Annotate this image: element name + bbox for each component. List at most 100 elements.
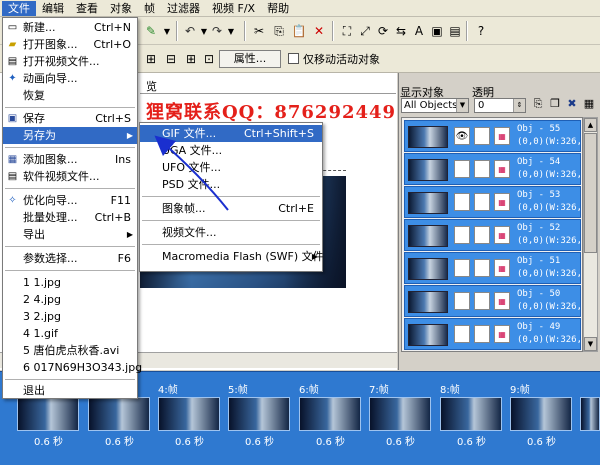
menu-item-open-image[interactable]: ▰ 打开图象... Ctrl+O: [3, 36, 137, 53]
scroll-down-icon[interactable]: ▼: [584, 337, 597, 351]
menu-item-preferences[interactable]: 参数选择... F6: [3, 250, 137, 267]
rotate-icon[interactable]: ⟳: [374, 22, 392, 40]
menu-video-fx[interactable]: 视频 F/X: [206, 1, 261, 16]
lock-toggle[interactable]: [474, 160, 490, 178]
move-active-checkbox[interactable]: [288, 53, 299, 64]
scroll-thumb[interactable]: [584, 133, 597, 253]
recent-file-2[interactable]: 2 4.jpg: [3, 291, 137, 308]
color-icon[interactable]: ▦: [494, 127, 510, 145]
transparency-spinner[interactable]: 0 ⇕: [474, 98, 526, 113]
frame-item[interactable]: 6:帧 0.6 秒: [296, 372, 365, 465]
lock-toggle[interactable]: [474, 127, 490, 145]
object-row[interactable]: ▦ Obj - 50 (0,0)(W:326,H:: [404, 285, 581, 317]
resize-icon[interactable]: ⤢: [356, 22, 374, 40]
menu-frame[interactable]: 帧: [138, 1, 161, 16]
menu-edit[interactable]: 编辑: [36, 1, 70, 16]
scroll-up-icon[interactable]: ▲: [584, 118, 597, 132]
lock-toggle[interactable]: [474, 226, 490, 244]
recent-file-5[interactable]: 5 唐伯虎点秋香.avi: [3, 342, 137, 359]
visibility-toggle[interactable]: [454, 292, 470, 310]
menu-item-export[interactable]: 导出 ▶: [3, 226, 137, 243]
menu-item-new[interactable]: ▭ 新建... Ctrl+N: [3, 19, 137, 36]
dropdown-arrow-icon[interactable]: ▼: [158, 22, 176, 40]
frame-item[interactable]: 4:帧 0.6 秒: [155, 372, 224, 465]
flip-icon[interactable]: ⇆: [392, 22, 410, 40]
crop-icon[interactable]: ⛶: [338, 22, 356, 40]
menu-item-video-file[interactable]: ▤ 软件视频文件...: [3, 168, 137, 185]
menu-item-batch[interactable]: 批量处理... Ctrl+B: [3, 209, 137, 226]
spinner-arrows-icon[interactable]: ⇕: [513, 99, 525, 112]
recent-file-1[interactable]: 1 1.jpg: [3, 274, 137, 291]
object-row[interactable]: ▦ Obj - 51 (0,0)(W:326,H:: [404, 252, 581, 284]
cut-icon[interactable]: ✂: [250, 22, 268, 40]
recent-file-4[interactable]: 4 1.gif: [3, 325, 137, 342]
color-icon[interactable]: ▦: [494, 292, 510, 310]
color-icon[interactable]: ▦: [494, 259, 510, 277]
visibility-toggle[interactable]: [454, 259, 470, 277]
eye-icon[interactable]: 👁: [454, 127, 470, 145]
image-icon[interactable]: ▣: [428, 22, 446, 40]
visibility-toggle[interactable]: [454, 160, 470, 178]
duplicate-object-icon[interactable]: ❐: [548, 97, 562, 111]
recent-file-3[interactable]: 3 2.jpg: [3, 308, 137, 325]
lock-toggle[interactable]: [474, 193, 490, 211]
submenu-item-psd[interactable]: PSD 文件...: [140, 176, 322, 193]
object-properties-icon[interactable]: ▦: [582, 97, 596, 111]
paste-icon[interactable]: 📋: [290, 22, 308, 40]
submenu-item-gif[interactable]: GIF 文件... Ctrl+Shift+S: [140, 125, 322, 142]
menu-filter[interactable]: 过滤器: [161, 1, 206, 16]
submenu-item-video[interactable]: 视频文件...: [140, 224, 322, 241]
align-top-icon[interactable]: ⊡: [200, 50, 218, 68]
delete-icon[interactable]: ✕: [310, 22, 328, 40]
submenu-item-uga[interactable]: UGA 文件...: [140, 142, 322, 159]
menu-item-wizard[interactable]: ✦ 动画向导...: [3, 70, 137, 87]
object-row[interactable]: ▦ Obj - 52 (0,0)(W:326,H:: [404, 219, 581, 251]
menu-item-open-video[interactable]: ▤ 打开视频文件...: [3, 53, 137, 70]
align-center-icon[interactable]: ⊟: [162, 50, 180, 68]
submenu-item-image-frames[interactable]: 图象帧... Ctrl+E: [140, 200, 322, 217]
properties-button[interactable]: 属性...: [219, 50, 281, 68]
object-list[interactable]: 👁 ▦ Obj - 55 (0,0)(W:326,H: ▦ Obj - 54 (0,…: [401, 117, 583, 352]
menu-help[interactable]: 帮助: [261, 1, 295, 16]
help-pointer-icon[interactable]: ?: [472, 22, 490, 40]
tab-preview[interactable]: 览: [146, 78, 157, 94]
menu-view[interactable]: 查看: [70, 1, 104, 16]
object-row[interactable]: ▦ Obj - 54 (0,0)(W:326,H:: [404, 153, 581, 185]
menu-object[interactable]: 对象: [104, 1, 138, 16]
menu-item-revert[interactable]: 恢复: [3, 87, 137, 104]
new-object-icon[interactable]: ⎘: [531, 97, 545, 111]
text-icon[interactable]: A: [410, 22, 428, 40]
chevron-down-icon[interactable]: ▼: [456, 99, 468, 112]
menu-item-add-image[interactable]: ▦ 添加图象... Ins: [3, 151, 137, 168]
frame-item[interactable]: 8:帧 0.6 秒: [437, 372, 506, 465]
delete-object-icon[interactable]: ✖: [565, 97, 579, 111]
object-filter-select[interactable]: All Objects ▼: [401, 98, 469, 113]
frame-icon[interactable]: ▤: [446, 22, 464, 40]
align-right-icon[interactable]: ⊞: [182, 50, 200, 68]
object-row[interactable]: 👁 ▦ Obj - 55 (0,0)(W:326,H:: [404, 120, 581, 152]
submenu-item-swf[interactable]: Macromedia Flash (SWF) 文件 ▶: [140, 248, 324, 265]
frame-item[interactable]: 9:帧 0.6 秒: [507, 372, 576, 465]
recent-file-6[interactable]: 6 017N69H3O343.jpg: [3, 359, 142, 376]
color-icon[interactable]: ▦: [494, 160, 510, 178]
menu-item-save-as[interactable]: 另存为 ▶: [3, 127, 137, 144]
frame-item[interactable]: [577, 372, 600, 465]
align-left-icon[interactable]: ⊞: [142, 50, 160, 68]
menu-item-optimize[interactable]: ✧ 优化向导... F11: [3, 192, 137, 209]
color-icon[interactable]: ▦: [494, 226, 510, 244]
lock-toggle[interactable]: [474, 292, 490, 310]
visibility-toggle[interactable]: [454, 193, 470, 211]
redo-dropdown-icon[interactable]: ▼: [222, 22, 240, 40]
visibility-toggle[interactable]: [454, 325, 470, 343]
frame-item[interactable]: 7:帧 0.6 秒: [366, 372, 435, 465]
menu-file[interactable]: 文件: [2, 0, 36, 16]
menu-item-save[interactable]: ▣ 保存 Ctrl+S: [3, 110, 137, 127]
object-row[interactable]: ▦ Obj - 53 (0,0)(W:326,H:: [404, 186, 581, 218]
menu-item-exit[interactable]: 退出: [3, 382, 137, 399]
copy-icon[interactable]: ⎘: [270, 22, 288, 40]
submenu-item-ufo[interactable]: UFO 文件...: [140, 159, 322, 176]
frame-item[interactable]: 5:帧 0.6 秒: [225, 372, 294, 465]
color-icon[interactable]: ▦: [494, 325, 510, 343]
object-list-scrollbar[interactable]: ▲ ▼: [583, 117, 598, 352]
visibility-toggle[interactable]: [454, 226, 470, 244]
